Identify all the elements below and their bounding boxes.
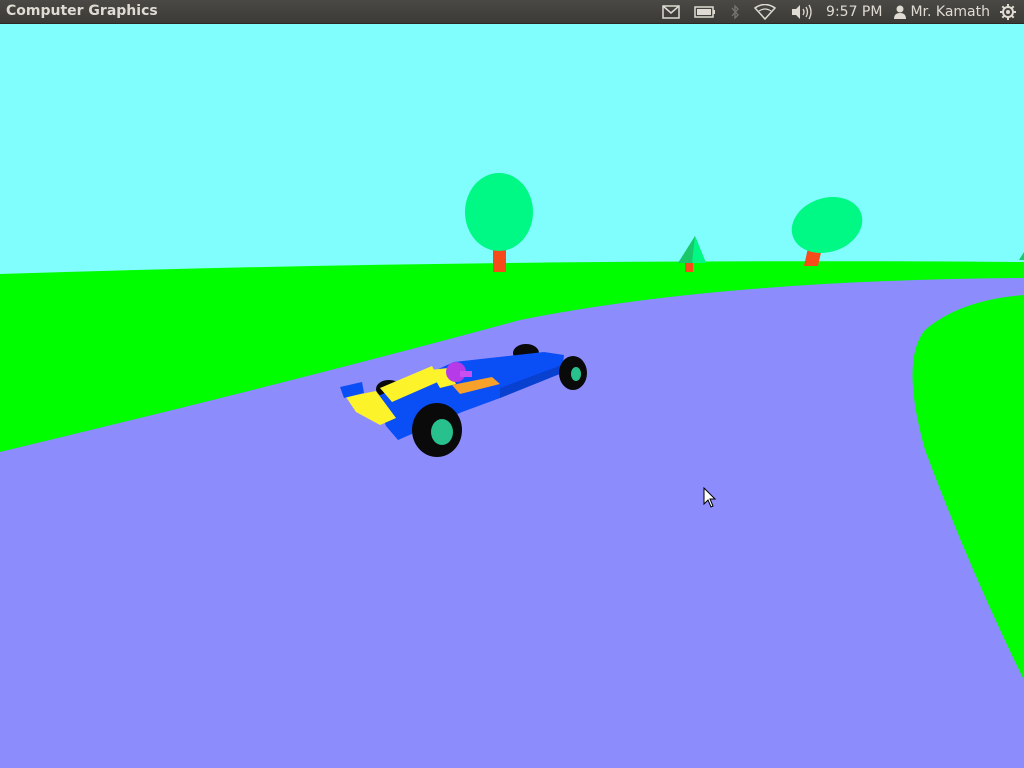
user-name: Mr. Kamath (910, 4, 990, 20)
wifi-icon[interactable] (754, 0, 777, 24)
driver-visor (460, 371, 472, 377)
top-panel: Computer Graphics 9:57 PM Mr. Kamath (0, 0, 1024, 24)
battery-icon[interactable] (694, 0, 716, 24)
mouse-pointer-icon (703, 487, 717, 508)
wheel-rear-near (412, 403, 462, 457)
hub (431, 419, 453, 445)
hub (571, 367, 581, 381)
volume-icon[interactable] (790, 0, 812, 24)
app-title: Computer Graphics (6, 3, 158, 19)
tree-trunk (493, 248, 506, 272)
power-gear-icon[interactable] (1000, 0, 1016, 24)
mail-icon[interactable] (662, 0, 680, 24)
tree-foliage (465, 173, 533, 251)
indicator-area: 9:57 PM Mr. Kamath (662, 0, 1024, 24)
user-icon (894, 5, 907, 19)
user-menu[interactable]: Mr. Kamath (894, 4, 990, 20)
clock[interactable]: 9:57 PM (826, 4, 882, 20)
game-viewport[interactable] (0, 24, 1024, 768)
wheel-front-near (559, 356, 587, 390)
bluetooth-icon[interactable] (730, 0, 740, 24)
